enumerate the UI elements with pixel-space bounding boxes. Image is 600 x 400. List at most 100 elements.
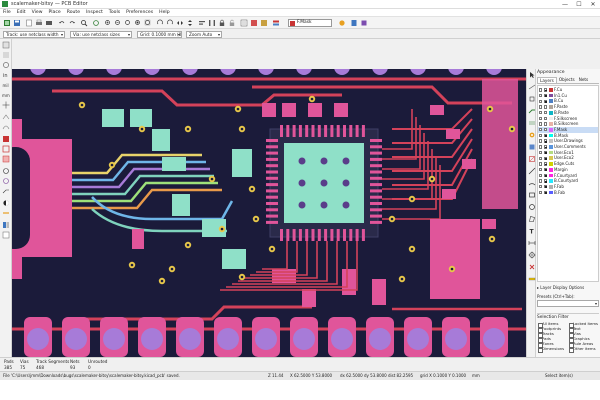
layer-checkbox[interactable]: [543, 185, 548, 189]
visibility-toggle-icon[interactable]: [539, 133, 543, 138]
layer-pair-icon[interactable]: [272, 19, 280, 27]
draw-arc-icon[interactable]: [528, 179, 536, 187]
layer-color-swatch[interactable]: [548, 167, 553, 172]
tab-layers[interactable]: Layers: [537, 77, 557, 83]
draw-polygon-icon[interactable]: [528, 215, 536, 223]
layer-checkbox[interactable]: [543, 173, 548, 178]
add-dimension-icon[interactable]: [528, 239, 536, 247]
add-rule-area-icon[interactable]: [528, 155, 536, 163]
zoom-select[interactable]: Zoom Auto: [186, 30, 222, 38]
layer-checkbox[interactable]: [543, 88, 548, 92]
layer-color-swatch[interactable]: [548, 116, 553, 121]
curved-ratsnest-icon[interactable]: [2, 123, 10, 131]
measure-tool-icon[interactable]: [528, 275, 536, 283]
visibility-toggle-icon[interactable]: [539, 93, 543, 98]
layer-color-swatch[interactable]: [548, 190, 553, 195]
add-via-icon[interactable]: [528, 131, 536, 139]
mm-units-icon[interactable]: mm: [2, 91, 10, 99]
drc-marker-icon[interactable]: [2, 41, 10, 49]
menu-view[interactable]: View: [32, 10, 43, 15]
layer-color-swatch[interactable]: [548, 88, 553, 92]
layer-color-swatch[interactable]: [548, 99, 553, 104]
visibility-toggle-icon[interactable]: [539, 162, 543, 166]
polar-coords-icon[interactable]: [2, 61, 10, 69]
drill-origin-icon[interactable]: [528, 251, 536, 259]
plugin-icon[interactable]: [360, 19, 368, 27]
layer-checkbox[interactable]: [543, 116, 547, 121]
layer-color-swatch[interactable]: [548, 105, 553, 109]
net-highlight-icon[interactable]: [2, 209, 10, 217]
menu-preferences[interactable]: Preferences: [126, 10, 153, 15]
undo-icon[interactable]: [58, 19, 66, 27]
visibility-toggle-icon[interactable]: [539, 156, 543, 160]
filter-other-items[interactable]: Other items: [568, 347, 599, 353]
board-setup-icon[interactable]: [3, 19, 11, 27]
layer-checkbox[interactable]: [543, 128, 547, 132]
via-size-select[interactable]: Via: use netclass sizes: [70, 30, 132, 38]
zoom-fit-icon[interactable]: [124, 19, 132, 27]
pad-sketch-icon[interactable]: [2, 167, 10, 175]
redraw-icon[interactable]: [92, 19, 100, 27]
zoom-in-icon[interactable]: [104, 19, 112, 27]
plot-icon[interactable]: [45, 19, 53, 27]
schematic-icon[interactable]: [260, 19, 268, 27]
menu-help[interactable]: Help: [159, 10, 169, 15]
layer-checkbox[interactable]: [543, 167, 548, 172]
route-track-icon[interactable]: [528, 107, 536, 115]
layer-checkbox[interactable]: [543, 156, 548, 161]
maximize-button[interactable]: ☐: [572, 1, 586, 8]
route-diff-pair-icon[interactable]: [528, 119, 536, 127]
layer-checkbox[interactable]: [543, 133, 548, 138]
via-sketch-icon[interactable]: [2, 177, 10, 185]
high-contrast-icon[interactable]: [2, 199, 10, 207]
layer-color-swatch[interactable]: [548, 179, 553, 183]
layer-row[interactable]: B.Fab: [538, 190, 598, 196]
flip-vertical-icon[interactable]: [186, 19, 194, 27]
page-settings-icon[interactable]: [25, 19, 33, 27]
visibility-toggle-icon[interactable]: [539, 88, 543, 92]
print-icon[interactable]: [35, 19, 43, 27]
menu-file[interactable]: File: [3, 10, 11, 15]
zoom-objects-icon[interactable]: [134, 19, 142, 27]
draw-line-icon[interactable]: [528, 167, 536, 175]
zone-fill-icon[interactable]: [2, 135, 10, 143]
draw-rectangle-icon[interactable]: [528, 191, 536, 199]
layer-checkbox[interactable]: [543, 139, 548, 144]
local-ratsnest-icon[interactable]: [528, 83, 536, 91]
appearance-panel-icon[interactable]: [2, 221, 10, 229]
visibility-toggle-icon[interactable]: [539, 179, 543, 183]
menu-place[interactable]: Place: [49, 10, 61, 15]
visibility-toggle-icon[interactable]: [539, 116, 543, 121]
align-icon[interactable]: [198, 19, 206, 27]
rotate-cw-icon[interactable]: [166, 19, 174, 27]
grid-select[interactable]: Grid: 0.1000 mm (0.0039 in): [137, 30, 182, 38]
update-pcb-icon[interactable]: [250, 19, 258, 27]
tab-nets[interactable]: Nets: [577, 77, 591, 83]
menu-tools[interactable]: Tools: [109, 10, 120, 15]
layer-color-swatch[interactable]: [548, 93, 553, 98]
pcb-canvas[interactable]: [12, 69, 526, 357]
layer-color-swatch[interactable]: [548, 127, 553, 132]
visibility-toggle-icon[interactable]: [539, 110, 543, 115]
add-text-icon[interactable]: T: [528, 227, 536, 236]
visibility-toggle-icon[interactable]: [539, 173, 543, 178]
layer-checkbox[interactable]: [543, 99, 548, 104]
lock-icon[interactable]: [218, 19, 226, 27]
netlist-icon[interactable]: [240, 19, 248, 27]
script-icon[interactable]: [350, 19, 358, 27]
add-filled-zone-icon[interactable]: [528, 143, 536, 151]
menu-edit[interactable]: Edit: [17, 10, 26, 15]
tab-objects[interactable]: Objects: [557, 77, 577, 83]
layer-color-swatch[interactable]: [548, 173, 553, 178]
visibility-toggle-icon[interactable]: [539, 122, 543, 126]
close-button[interactable]: ✕: [586, 1, 600, 8]
rotate-ccw-icon[interactable]: [156, 19, 164, 27]
visibility-toggle-icon[interactable]: [539, 185, 543, 189]
select-arrow-icon[interactable]: [528, 71, 536, 79]
track-sketch-icon[interactable]: [2, 187, 10, 195]
properties-panel-icon[interactable]: [2, 231, 10, 239]
visibility-toggle-icon[interactable]: [539, 145, 543, 149]
delete-tool-icon[interactable]: [528, 263, 536, 271]
menu-inspect[interactable]: Inspect: [86, 10, 103, 15]
add-footprint-icon[interactable]: [528, 95, 536, 103]
